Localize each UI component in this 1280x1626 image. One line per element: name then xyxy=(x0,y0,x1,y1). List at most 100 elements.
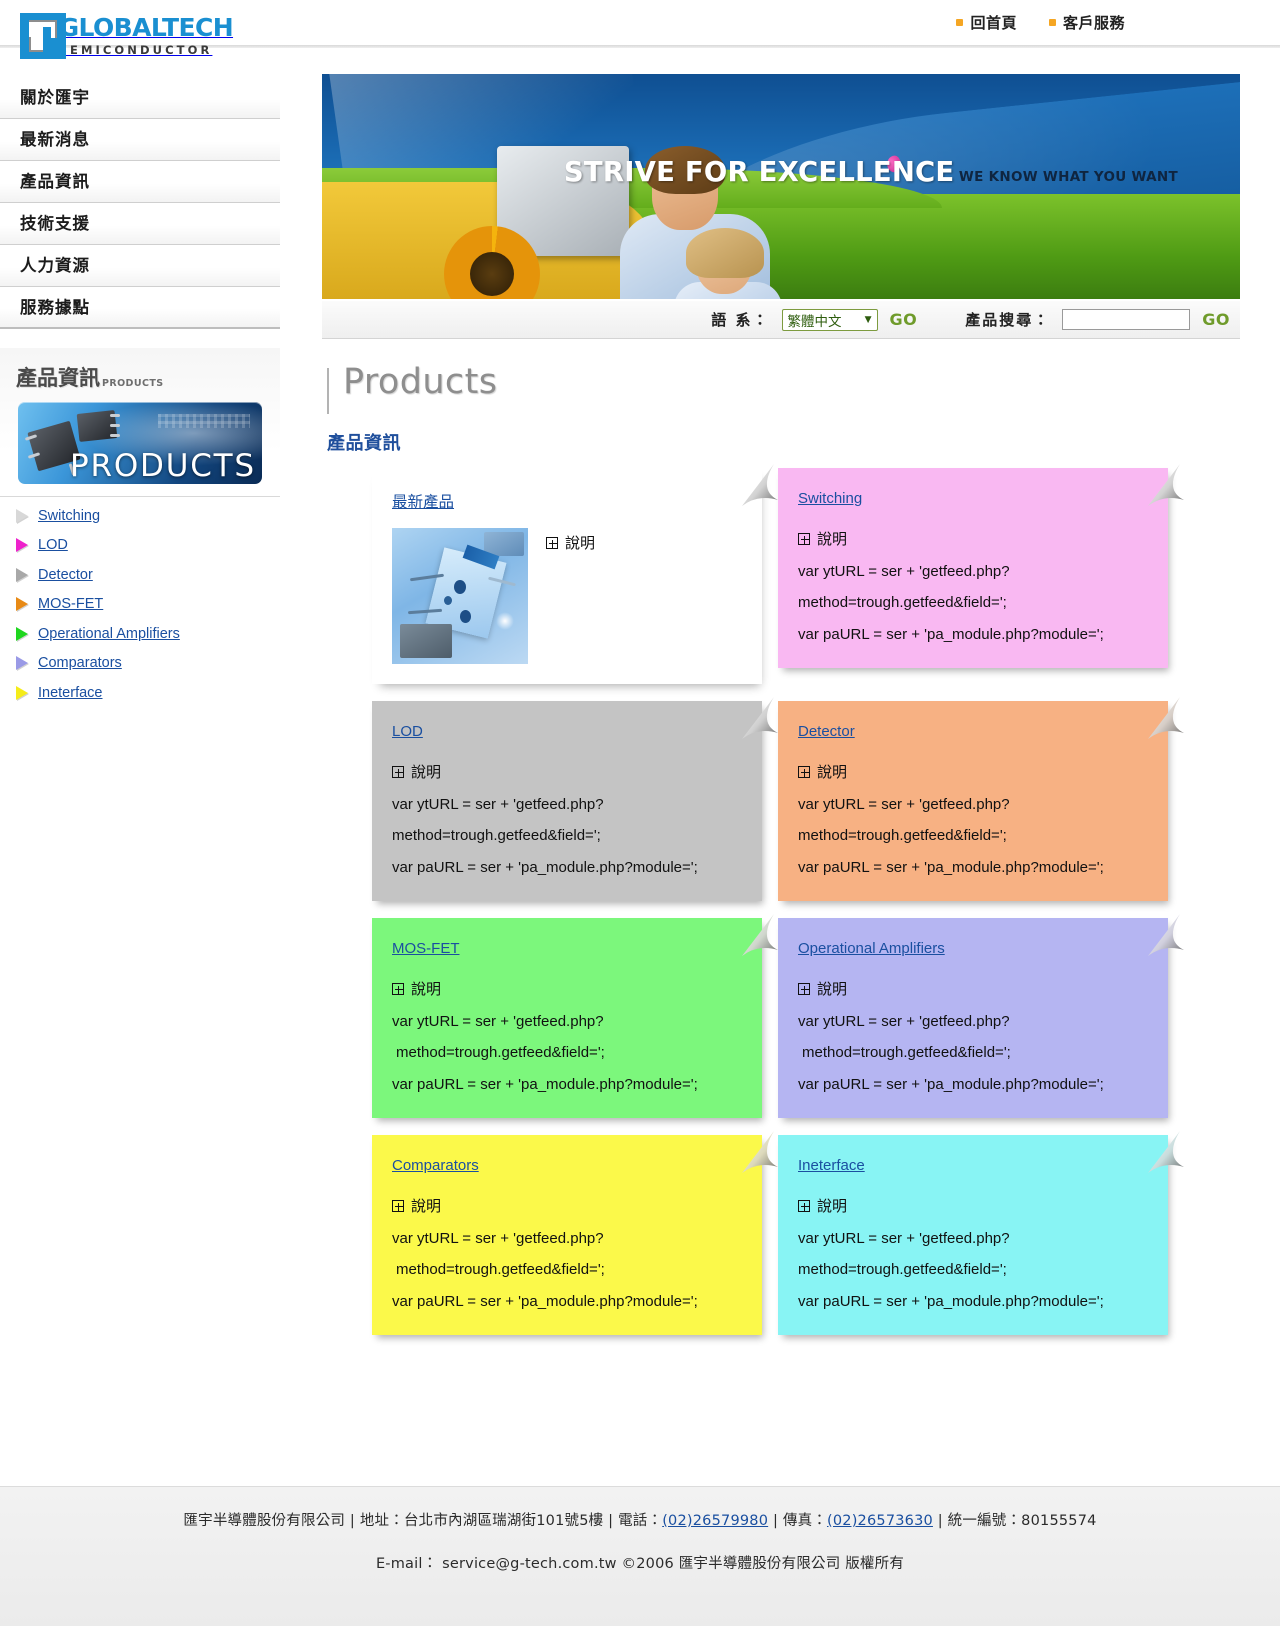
page-subtitle: 產品資訊 xyxy=(327,433,401,454)
product-card-detector[interactable]: Detector 說明 var ytURL = ser + 'getfeed.p… xyxy=(778,701,1168,901)
footer-tel-link[interactable]: (02)26579980 xyxy=(662,1513,768,1529)
arrow-right-icon xyxy=(16,508,28,523)
product-link-label: Switching xyxy=(38,507,101,524)
footer-tel-label: 電話： xyxy=(618,1513,663,1529)
card-description-toggle[interactable]: 說明 xyxy=(798,761,1148,782)
card-code-line: method=trough.getfeed&field='; xyxy=(396,1261,605,1279)
chevron-down-icon: ▼ xyxy=(864,314,872,325)
main-navigation: 關於匯宇 最新消息 產品資訊 技術支援 人力資源 服務據點 xyxy=(0,77,280,329)
card-code-line: var paURL = ser + 'pa_module.php?module=… xyxy=(392,1292,698,1310)
footer-address-label: 地址： xyxy=(359,1513,404,1529)
expand-plus-icon xyxy=(798,532,810,545)
card-title[interactable]: MOS-FET xyxy=(392,940,460,957)
page-title-block: Products xyxy=(327,362,497,414)
card-description-toggle[interactable]: 說明 xyxy=(798,528,1148,549)
logo-wordmark: GLOBALTECH SEMICONDUCTOR xyxy=(59,13,280,59)
nav-item-products[interactable]: 產品資訊 xyxy=(0,161,280,203)
card-title[interactable]: Comparators xyxy=(392,1157,479,1174)
top-utility-links: 回首頁 客戶服務 xyxy=(956,12,1125,33)
language-and-search-bar: 語 系： 繁體中文 ▼ GO 產品搜尋： GO xyxy=(322,301,1240,339)
card-code-line: var ytURL = ser + 'getfeed.php? xyxy=(798,1013,1010,1030)
card-code-line: method=trough.getfeed&field='; xyxy=(798,1261,1007,1279)
expand-plus-icon xyxy=(546,536,558,549)
product-link-lod[interactable]: LOD xyxy=(0,531,280,561)
card-description-label: 說明 xyxy=(411,763,442,781)
footer-sep: | xyxy=(603,1513,619,1529)
card-description-toggle[interactable]: 說明 xyxy=(546,532,595,553)
language-select[interactable]: 繁體中文 ▼ xyxy=(781,308,878,331)
nav-item-careers[interactable]: 人力資源 xyxy=(0,245,280,287)
products-panel-heading: 產品資訊 PRODUCTS xyxy=(0,362,280,392)
product-card-lod[interactable]: LOD 說明 var ytURL = ser + 'getfeed.php? m… xyxy=(372,701,762,901)
product-card-comparators[interactable]: Comparators 說明 var ytURL = ser + 'getfee… xyxy=(372,1135,762,1335)
products-heading-cn: 產品資訊 xyxy=(16,366,100,390)
card-code-line: var paURL = ser + 'pa_module.php?module=… xyxy=(798,1292,1104,1310)
product-link-switching[interactable]: Switching xyxy=(0,501,280,531)
card-description-toggle[interactable]: 說明 xyxy=(392,761,742,782)
product-search-go-button[interactable]: GO xyxy=(1202,310,1230,329)
product-card-switching[interactable]: Switching 說明 var ytURL = ser + 'getfeed.… xyxy=(778,468,1168,668)
card-description-toggle[interactable]: 說明 xyxy=(798,1195,1148,1216)
language-select-value: 繁體中文 xyxy=(787,313,842,330)
sunflower-image xyxy=(444,226,540,299)
language-label: 語 系： xyxy=(711,311,770,329)
products-heading-en: PRODUCTS xyxy=(102,378,164,389)
title-accent-bar xyxy=(327,368,329,414)
product-link-detector[interactable]: Detector xyxy=(0,560,280,590)
product-link-label: Operational Amplifiers xyxy=(38,625,180,642)
footer-email[interactable]: service@g-tech.com.tw xyxy=(442,1556,617,1572)
product-card-mos-fet[interactable]: MOS-FET 說明 var ytURL = ser + 'getfeed.ph… xyxy=(372,918,762,1118)
card-code-line: method=trough.getfeed&field='; xyxy=(798,594,1007,612)
language-go-button[interactable]: GO xyxy=(890,310,918,329)
card-description-label: 說明 xyxy=(817,530,848,548)
card-title[interactable]: 最新產品 xyxy=(392,490,454,512)
card-cell: MOS-FET 說明 var ytURL = ser + 'getfeed.ph… xyxy=(372,914,778,1118)
card-title[interactable]: Switching xyxy=(798,490,862,507)
expand-plus-icon xyxy=(392,982,404,995)
top-link-home[interactable]: 回首頁 xyxy=(956,12,1017,33)
expand-plus-icon xyxy=(798,982,810,995)
nav-item-locations[interactable]: 服務據點 xyxy=(0,287,280,329)
card-code-line: method=trough.getfeed&field='; xyxy=(798,827,1007,845)
logo-line2: SEMICONDUCTOR xyxy=(58,43,213,58)
banner-subhead: WE KNOW WHAT YOU WANT xyxy=(958,169,1178,185)
product-link-label: Ineterface xyxy=(38,684,103,701)
card-code-line: var paURL = ser + 'pa_module.php?module=… xyxy=(798,858,1104,876)
footer-fax-link[interactable]: (02)26573630 xyxy=(827,1513,933,1529)
banner-headline: STRIVE FOR EXCELLENCE xyxy=(563,156,955,188)
product-link-ineterface[interactable]: Ineterface xyxy=(0,678,280,708)
card-title[interactable]: Detector xyxy=(798,723,855,740)
nav-item-news[interactable]: 最新消息 xyxy=(0,119,280,161)
card-row: LOD 說明 var ytURL = ser + 'getfeed.php? m… xyxy=(372,697,1222,901)
product-link-comparators[interactable]: Comparators xyxy=(0,649,280,679)
arrow-right-icon xyxy=(16,567,28,582)
nav-item-support[interactable]: 技術支援 xyxy=(0,203,280,245)
card-description-toggle[interactable]: 說明 xyxy=(392,1195,742,1216)
product-link-mos-fet[interactable]: MOS-FET xyxy=(0,590,280,620)
arrow-right-icon xyxy=(16,685,28,700)
product-card-ineterface[interactable]: Ineterface 說明 var ytURL = ser + 'getfeed… xyxy=(778,1135,1168,1335)
expand-plus-icon xyxy=(798,765,810,778)
top-link-customer-service[interactable]: 客戶服務 xyxy=(1048,12,1125,33)
product-search-input[interactable] xyxy=(1062,309,1191,330)
card-row: MOS-FET 說明 var ytURL = ser + 'getfeed.ph… xyxy=(372,914,1222,1118)
nav-item-about[interactable]: 關於匯宇 xyxy=(0,77,280,119)
card-title[interactable]: Operational Amplifiers xyxy=(798,940,945,957)
card-cell: Operational Amplifiers 說明 var ytURL = se… xyxy=(778,914,1184,1118)
card-cell: 最新產品 說明 xyxy=(372,464,778,684)
card-title[interactable]: Ineterface xyxy=(798,1157,865,1174)
card-description-toggle[interactable]: 說明 xyxy=(392,978,742,999)
product-link-operational-amplifiers[interactable]: Operational Amplifiers xyxy=(0,619,280,649)
product-link-label: Comparators xyxy=(38,655,122,672)
product-card-newest[interactable]: 最新產品 說明 xyxy=(372,468,762,684)
card-cell: Detector 說明 var ytURL = ser + 'getfeed.p… xyxy=(778,697,1184,901)
product-link-label: MOS-FET xyxy=(38,596,104,613)
footer-sep: | xyxy=(932,1513,948,1529)
site-logo[interactable]: GLOBALTECH SEMICONDUCTOR xyxy=(20,13,280,59)
arrow-right-icon xyxy=(16,538,28,553)
product-card-grid: 最新產品 說明 Switching 說明 var ytURL = ser + '… xyxy=(372,464,1222,1352)
card-description-toggle[interactable]: 說明 xyxy=(798,978,1148,999)
card-title[interactable]: LOD xyxy=(392,723,423,740)
product-thumbnail-image xyxy=(392,528,528,664)
product-card-operational-amplifiers[interactable]: Operational Amplifiers 說明 var ytURL = se… xyxy=(778,918,1168,1118)
